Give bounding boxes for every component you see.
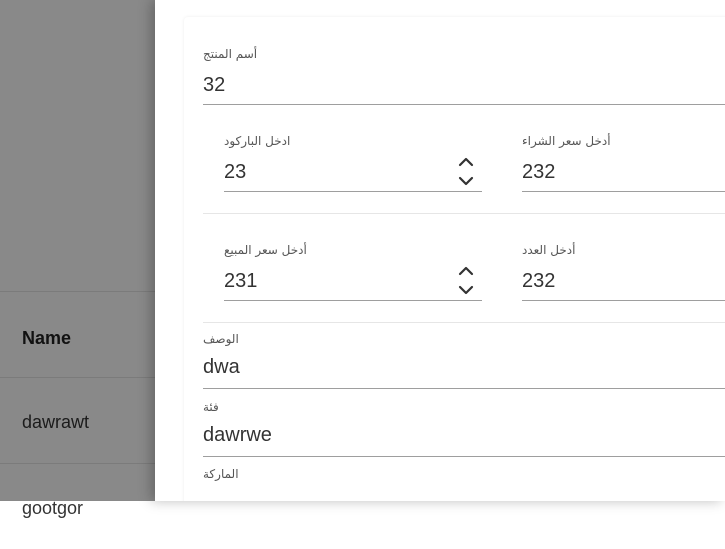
row-divider — [203, 213, 725, 214]
barcode-stepper[interactable] — [456, 154, 476, 190]
product-name-label: أسم المنتج — [203, 47, 258, 61]
chevron-down-icon[interactable] — [458, 285, 474, 295]
category-label: فئة — [203, 400, 219, 414]
chevron-down-icon[interactable] — [458, 176, 474, 186]
barcode-input[interactable]: 23 — [224, 161, 246, 184]
product-name-underline — [203, 104, 725, 105]
barcode-stepper-icons — [458, 157, 474, 186]
sale-price-label: أدخل سعر المبيع — [224, 243, 307, 257]
purchase-price-underline — [522, 191, 725, 192]
description-underline — [203, 388, 725, 389]
brand-label: الماركة — [203, 467, 239, 481]
barcode-field[interactable]: ادخل الباركود 23 — [224, 134, 482, 194]
product-form-card: أسم المنتج 32 ادخل الباركود 23 أدخل سعر … — [184, 17, 725, 501]
sale-price-field[interactable]: أدخل سعر المبيع 231 — [224, 243, 482, 303]
sale-price-stepper[interactable] — [456, 263, 476, 299]
product-form-drawer: أسم المنتج 32 ادخل الباركود 23 أدخل سعر … — [155, 0, 725, 501]
category-underline — [203, 456, 725, 457]
quantity-underline — [522, 300, 725, 301]
quantity-label: أدخل العدد — [522, 243, 576, 257]
quantity-input[interactable]: 232 — [522, 270, 555, 293]
chevron-up-icon[interactable] — [458, 266, 474, 276]
purchase-price-field[interactable]: أدخل سعر الشراء 232 — [522, 134, 725, 194]
description-label: الوصف — [203, 332, 239, 346]
description-field[interactable]: الوصف dwa — [203, 332, 725, 390]
product-name-field[interactable]: أسم المنتج 32 — [203, 47, 725, 107]
sale-price-stepper-icons — [458, 266, 474, 295]
quantity-field[interactable]: أدخل العدد 232 — [522, 243, 725, 303]
product-name-input[interactable]: 32 — [203, 74, 225, 97]
category-input[interactable]: dawrwe — [203, 424, 272, 447]
row-divider — [203, 322, 725, 323]
sale-price-underline — [224, 300, 482, 301]
barcode-underline — [224, 191, 482, 192]
category-field[interactable]: فئة dawrwe — [203, 400, 725, 458]
chevron-up-icon[interactable] — [458, 157, 474, 167]
table-cell-name: gootgor — [22, 498, 84, 518]
description-input[interactable]: dwa — [203, 356, 240, 379]
purchase-price-label: أدخل سعر الشراء — [522, 134, 611, 148]
brand-field[interactable]: الماركة — [203, 467, 725, 501]
barcode-label: ادخل الباركود — [224, 134, 291, 148]
purchase-price-input[interactable]: 232 — [522, 161, 555, 184]
sale-price-input[interactable]: 231 — [224, 270, 257, 293]
